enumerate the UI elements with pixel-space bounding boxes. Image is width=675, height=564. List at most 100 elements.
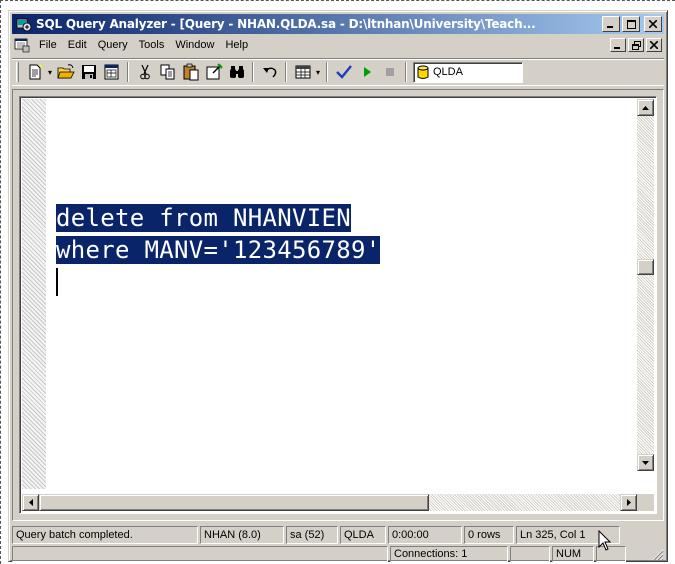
cancel-execution-icon bbox=[385, 68, 394, 76]
child-restore-button[interactable] bbox=[628, 38, 644, 52]
query-analyzer-window: SQL Query Analyzer - [Query - NHAN.QLDA.… bbox=[8, 10, 668, 562]
undo-button[interactable] bbox=[258, 61, 281, 83]
toolbar-separator bbox=[405, 62, 407, 82]
maximize-button[interactable] bbox=[622, 16, 640, 32]
query-document-icon[interactable] bbox=[14, 37, 30, 53]
menu-help[interactable]: Help bbox=[220, 39, 254, 51]
vertical-scrollbar[interactable] bbox=[637, 99, 654, 471]
query-analyzer-app-icon bbox=[16, 18, 32, 32]
close-icon bbox=[649, 20, 657, 28]
scroll-right-button[interactable] bbox=[620, 494, 637, 511]
new-query-icon bbox=[29, 63, 43, 80]
query-text[interactable]: delete from NHANVIEN where MANV='1234567… bbox=[56, 202, 381, 266]
execute-icon bbox=[363, 67, 371, 77]
child-minimize-button[interactable] bbox=[610, 38, 626, 52]
status-database: QLDA bbox=[340, 526, 386, 544]
status-elapsed-time: 0:00:00 bbox=[388, 526, 462, 544]
toolbar-grip[interactable] bbox=[16, 62, 19, 82]
mdi-client-area: delete from NHANVIEN where MANV='1234567… bbox=[12, 89, 664, 521]
copy-button[interactable] bbox=[156, 61, 179, 83]
title-bar[interactable]: SQL Query Analyzer - [Query - NHAN.QLDA.… bbox=[12, 14, 664, 34]
find-button[interactable] bbox=[225, 61, 248, 83]
toolbar-separator bbox=[127, 62, 129, 82]
horizontal-scrollbar[interactable] bbox=[22, 494, 637, 511]
results-mode-dropdown[interactable]: ▾ bbox=[314, 61, 322, 83]
toolbar-separator bbox=[285, 62, 287, 82]
menu-edit[interactable]: Edit bbox=[63, 39, 93, 51]
status-num-lock: NUM bbox=[552, 546, 594, 562]
cut-icon bbox=[139, 64, 150, 80]
toolbar: ▾ ▾ QLDA bbox=[12, 58, 664, 86]
menu-file[interactable]: File bbox=[34, 39, 63, 51]
scroll-left-button[interactable] bbox=[22, 494, 39, 511]
parse-query-icon bbox=[335, 65, 352, 79]
status-message: Query batch completed. bbox=[12, 526, 198, 544]
selected-text: delete from NHANVIEN bbox=[56, 204, 351, 232]
query-editor[interactable]: delete from NHANVIEN where MANV='1234567… bbox=[19, 96, 657, 514]
scroll-up-button[interactable] bbox=[637, 99, 654, 116]
menu-query[interactable]: Query bbox=[93, 39, 134, 51]
parse-query-button[interactable] bbox=[332, 61, 355, 83]
clear-window-icon bbox=[206, 63, 223, 80]
toolbar-separator bbox=[252, 62, 254, 82]
insert-template-button[interactable] bbox=[100, 61, 123, 83]
save-button[interactable] bbox=[77, 61, 100, 83]
horizontal-scroll-thumb[interactable] bbox=[39, 494, 429, 511]
menu-bar: File Edit Query Tools Window Help bbox=[12, 35, 664, 55]
code-line[interactable]: where MANV='123456789' bbox=[56, 234, 381, 266]
results-mode-icon bbox=[295, 65, 310, 79]
query-status-bar: Query batch completed. NHAN (8.0) sa (52… bbox=[12, 525, 664, 545]
toolbar-separator bbox=[326, 62, 328, 82]
open-button[interactable] bbox=[54, 61, 77, 83]
status-caps-pane bbox=[510, 546, 550, 562]
paste-button[interactable] bbox=[179, 61, 202, 83]
status-user: sa (52) bbox=[286, 526, 338, 544]
minimize-button[interactable] bbox=[602, 16, 620, 32]
cut-button[interactable] bbox=[133, 61, 156, 83]
database-select[interactable]: QLDA bbox=[413, 61, 523, 83]
arrow-left-icon bbox=[28, 499, 33, 506]
cancel-execution-button[interactable] bbox=[378, 61, 401, 83]
database-select-value: QLDA bbox=[433, 66, 463, 78]
copy-icon bbox=[160, 64, 174, 80]
menu-window[interactable]: Window bbox=[170, 39, 220, 51]
scrollbar-corner bbox=[637, 494, 654, 511]
maximize-icon bbox=[626, 19, 636, 29]
status-empty-pane bbox=[12, 546, 388, 562]
vertical-scroll-thumb[interactable] bbox=[637, 259, 654, 275]
editor-gutter bbox=[22, 99, 46, 489]
window-title: SQL Query Analyzer - [Query - NHAN.QLDA.… bbox=[36, 17, 536, 31]
find-icon bbox=[229, 66, 244, 78]
arrow-up-icon bbox=[642, 105, 649, 110]
selected-text: where MANV='123456789' bbox=[56, 236, 381, 264]
undo-icon bbox=[262, 67, 276, 78]
database-icon bbox=[417, 65, 429, 79]
save-icon bbox=[81, 65, 96, 79]
scroll-down-button[interactable] bbox=[637, 454, 654, 471]
text-caret bbox=[56, 268, 58, 296]
menu-tools[interactable]: Tools bbox=[134, 39, 171, 51]
status-connections: Connections: 1 bbox=[390, 546, 508, 562]
results-mode-button[interactable] bbox=[291, 61, 314, 83]
minimize-icon bbox=[607, 26, 613, 28]
arrow-down-icon bbox=[642, 460, 649, 465]
arrow-right-icon bbox=[626, 499, 631, 506]
status-rows: 0 rows bbox=[464, 526, 514, 544]
mouse-pointer-icon bbox=[598, 530, 612, 551]
code-line[interactable]: delete from NHANVIEN bbox=[56, 202, 380, 234]
clear-window-button[interactable] bbox=[202, 61, 225, 83]
close-button[interactable] bbox=[644, 16, 662, 32]
status-server: NHAN (8.0) bbox=[200, 526, 284, 544]
insert-template-icon bbox=[104, 64, 118, 80]
new-query-button[interactable] bbox=[23, 61, 46, 83]
new-query-dropdown[interactable]: ▾ bbox=[46, 61, 54, 83]
paste-icon bbox=[183, 63, 198, 81]
app-status-bar: Connections: 1 NUM bbox=[12, 546, 664, 562]
resize-grip-icon[interactable] bbox=[650, 547, 664, 561]
open-icon bbox=[56, 64, 75, 79]
child-close-button[interactable] bbox=[646, 38, 662, 52]
close-icon bbox=[650, 41, 658, 49]
execute-button[interactable] bbox=[355, 61, 378, 83]
restore-icon bbox=[631, 40, 641, 50]
minimize-icon bbox=[614, 47, 620, 49]
